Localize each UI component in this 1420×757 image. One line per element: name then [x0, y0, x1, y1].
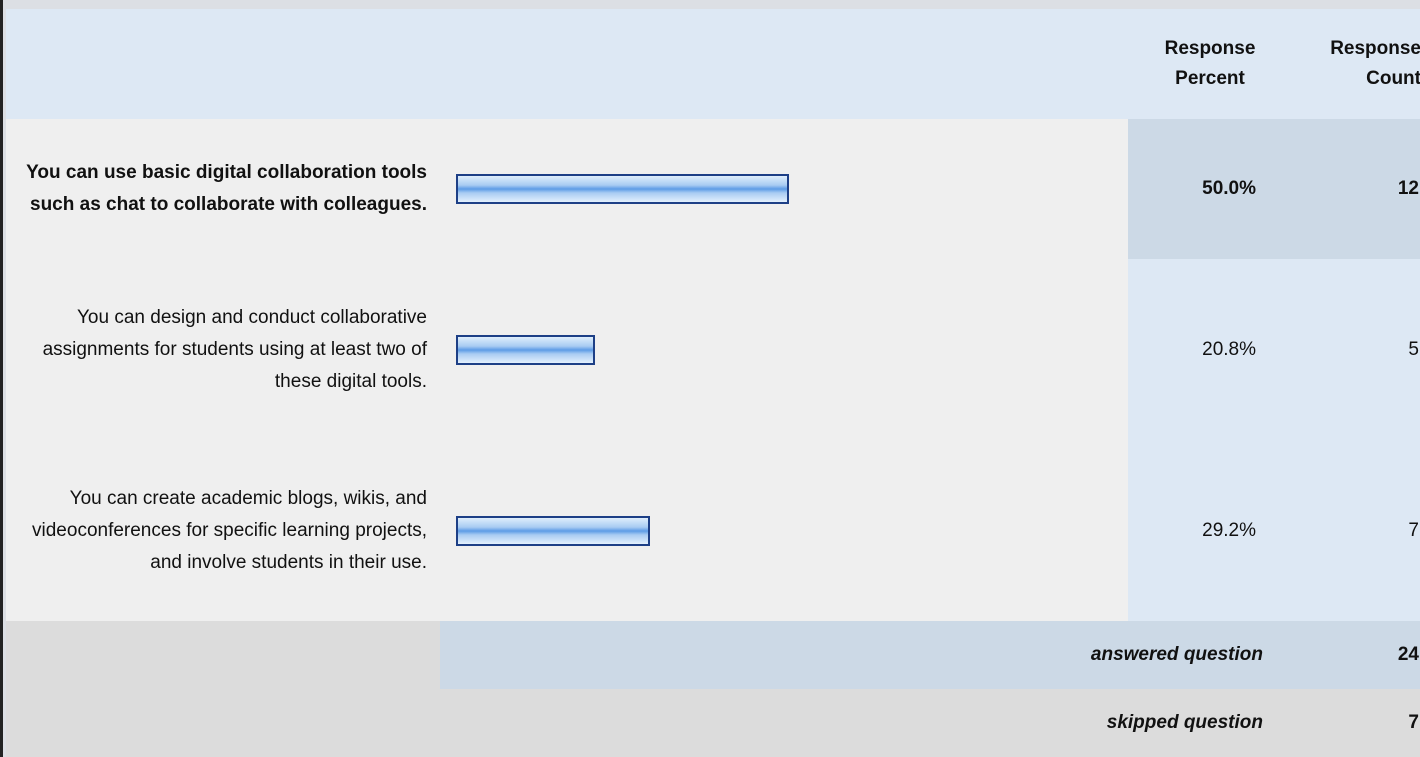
answer-label: You can create academic blogs, wikis, an…	[6, 440, 440, 621]
answer-label: You can use basic digital collaboration …	[6, 119, 440, 259]
response-count: 7	[1292, 440, 1420, 621]
response-percent: 20.8%	[1128, 259, 1292, 440]
header-blank-label	[6, 9, 440, 119]
table-row: You can design and conduct collaborative…	[6, 259, 1420, 440]
response-percent: 29.2%	[1128, 440, 1292, 621]
response-count: 5	[1292, 259, 1420, 440]
response-count: 12	[1292, 119, 1420, 259]
table-header-row: Response Percent Response Count	[6, 9, 1420, 119]
header-blank-bar	[440, 9, 1128, 119]
skipped-question-count: 7	[1292, 689, 1420, 757]
answered-question-count: 24	[1292, 621, 1420, 689]
skipped-row: skipped question 7	[6, 689, 1420, 757]
header-response-count: Response Count	[1292, 9, 1420, 119]
summary-blank	[6, 621, 440, 689]
survey-results-panel: Response Percent Response Count You can …	[0, 0, 1420, 757]
table-row: You can create academic blogs, wikis, an…	[6, 440, 1420, 621]
answered-question-label: answered question	[440, 621, 1292, 689]
bar-cell	[440, 119, 1128, 259]
bar	[456, 334, 595, 365]
bar-cell	[440, 259, 1128, 440]
bar	[456, 174, 789, 204]
header-response-percent: Response Percent	[1128, 9, 1292, 119]
answered-row: answered question 24	[6, 621, 1420, 689]
bar-cell	[440, 440, 1128, 621]
survey-results-table: Response Percent Response Count You can …	[6, 9, 1420, 757]
skipped-question-label: skipped question	[440, 689, 1292, 757]
table-row: You can use basic digital collaboration …	[6, 119, 1420, 259]
summary-blank	[6, 689, 440, 757]
response-percent: 50.0%	[1128, 119, 1292, 259]
answer-label: You can design and conduct collaborative…	[6, 259, 440, 440]
bar	[456, 515, 650, 546]
